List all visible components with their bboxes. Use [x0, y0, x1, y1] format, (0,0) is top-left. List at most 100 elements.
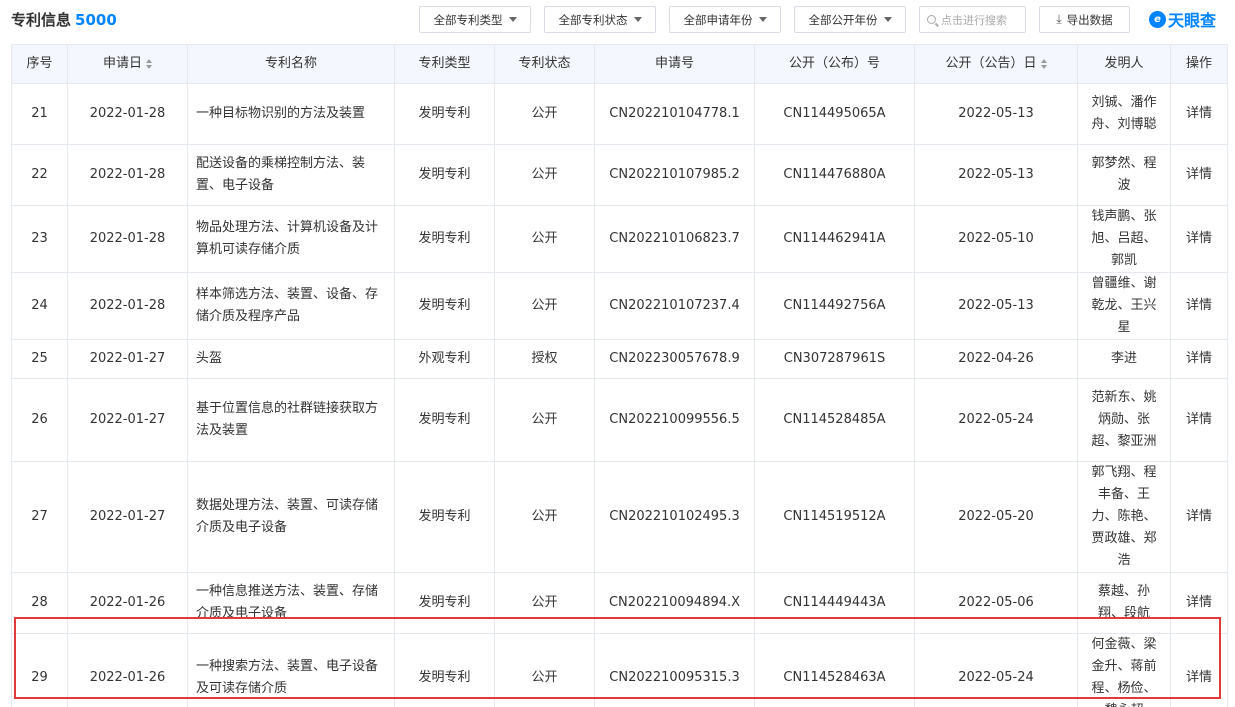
cell-patent-name: 一种信息推送方法、装置、存储介质及电子设备 [187, 572, 395, 634]
publication-year-filter[interactable]: 全部公开年份 [794, 6, 906, 33]
cell-no: 24 [11, 272, 68, 340]
cell-patent-type: 发明专利 [394, 144, 495, 206]
page-title: 专利信息 5000 [11, 9, 117, 30]
caret-down-icon [758, 17, 767, 22]
cell-patent-name: 配送设备的乘梯控制方法、装置、电子设备 [187, 144, 395, 206]
col-header-publication-no: 公开（公布）号 [754, 44, 915, 84]
caret-down-icon [883, 17, 892, 22]
cell-inventors: 郭梦然、程波 [1077, 144, 1171, 206]
cell-application-date: 2022-01-28 [67, 205, 188, 273]
sort-icon[interactable] [146, 58, 152, 69]
patent-type-filter-label: 全部专利类型 [433, 12, 503, 27]
detail-link[interactable]: 详情 [1170, 572, 1228, 634]
cell-publication-no: CN114495065A [754, 83, 915, 145]
cell-application-no: CN202210106823.7 [594, 205, 755, 273]
detail-link[interactable]: 详情 [1170, 461, 1228, 573]
cell-patent-type: 发明专利 [394, 633, 495, 707]
caret-down-icon [633, 17, 642, 22]
cell-inventors: 蔡越、孙翔、段航 [1077, 572, 1171, 634]
logo-text: 天眼查 [1168, 11, 1217, 30]
cell-patent-status: 公开 [494, 572, 595, 634]
cell-patent-name: 一种目标物识别的方法及装置 [187, 83, 395, 145]
cell-patent-name: 基于位置信息的社群链接获取方法及装置 [187, 378, 395, 462]
col-header-patent-status: 专利状态 [494, 44, 595, 84]
col-header-application-date[interactable]: 申请日 [67, 44, 188, 84]
cell-patent-name: 样本筛选方法、装置、设备、存储介质及程序产品 [187, 272, 395, 340]
cell-publication-date: 2022-05-13 [914, 144, 1078, 206]
cell-patent-type: 发明专利 [394, 378, 495, 462]
detail-link[interactable]: 详情 [1170, 633, 1228, 707]
cell-no: 27 [11, 461, 68, 573]
result-count: 5000 [75, 11, 117, 29]
patent-type-filter[interactable]: 全部专利类型 [419, 6, 531, 33]
search-placeholder: 点击进行搜索 [941, 13, 1007, 27]
application-year-filter[interactable]: 全部申请年份 [669, 6, 781, 33]
toolbar: 专利信息 5000 全部专利类型 全部专利状态 全部申请年份 全部公开年份 点击进… [0, 0, 1235, 40]
cell-application-date: 2022-01-27 [67, 461, 188, 573]
cell-application-date: 2022-01-26 [67, 633, 188, 707]
detail-link[interactable]: 详情 [1170, 83, 1228, 145]
cell-application-no: CN202210102495.3 [594, 461, 755, 573]
table-row: 28 2022-01-26 一种信息推送方法、装置、存储介质及电子设备 发明专利 公开 C… [11, 572, 1228, 634]
cell-patent-name: 一种搜索方法、装置、电子设备及可读存储介质 [187, 633, 395, 707]
cell-publication-no: CN114492756A [754, 272, 915, 340]
col-header-application-date-label: 申请日 [102, 56, 142, 71]
cell-application-no: CN202210104778.1 [594, 83, 755, 145]
cell-patent-status: 公开 [494, 378, 595, 462]
cell-application-date: 2022-01-27 [67, 378, 188, 462]
patent-status-filter[interactable]: 全部专利状态 [544, 6, 656, 33]
cell-patent-name: 物品处理方法、计算机设备及计算机可读存储介质 [187, 205, 395, 273]
cell-patent-status: 公开 [494, 461, 595, 573]
cell-no: 26 [11, 378, 68, 462]
cell-application-no: CN202210107985.2 [594, 144, 755, 206]
cell-publication-no: CN114519512A [754, 461, 915, 573]
cell-inventors: 刘铖、潘作舟、刘博聪 [1077, 83, 1171, 145]
cell-inventors: 李进 [1077, 339, 1171, 379]
cell-inventors: 郭飞翔、程丰备、王力、陈艳、贾政雄、郑浩 [1077, 461, 1171, 573]
table-row: 23 2022-01-28 物品处理方法、计算机设备及计算机可读存储介质 发明专利 公开… [11, 205, 1228, 273]
col-header-patent-name: 专利名称 [187, 44, 395, 84]
tianyancha-logo[interactable]: e 天眼查 [1149, 8, 1216, 30]
col-header-patent-type: 专利类型 [394, 44, 495, 84]
cell-publication-no: CN114462941A [754, 205, 915, 273]
cell-application-date: 2022-01-28 [67, 83, 188, 145]
detail-link[interactable]: 详情 [1170, 144, 1228, 206]
table-row: 24 2022-01-28 样本筛选方法、装置、设备、存储介质及程序产品 发明专利 公开… [11, 272, 1228, 340]
col-header-application-no: 申请号 [594, 44, 755, 84]
cell-patent-type: 发明专利 [394, 205, 495, 273]
cell-publication-date: 2022-05-13 [914, 83, 1078, 145]
cell-application-no: CN202230057678.9 [594, 339, 755, 379]
col-header-no: 序号 [11, 44, 68, 84]
cell-publication-no: CN114449443A [754, 572, 915, 634]
detail-link[interactable]: 详情 [1170, 205, 1228, 273]
cell-no: 21 [11, 83, 68, 145]
caret-down-icon [508, 17, 517, 22]
cell-patent-type: 发明专利 [394, 83, 495, 145]
cell-patent-type: 发明专利 [394, 572, 495, 634]
detail-link[interactable]: 详情 [1170, 339, 1228, 379]
cell-patent-name: 头盔 [187, 339, 395, 379]
detail-link[interactable]: 详情 [1170, 378, 1228, 462]
detail-link[interactable]: 详情 [1170, 272, 1228, 340]
cell-patent-name: 数据处理方法、装置、可读存储介质及电子设备 [187, 461, 395, 573]
export-data-button[interactable]: ⤓ 导出数据 [1039, 6, 1130, 33]
cell-inventors: 范新东、姚炳勋、张超、黎亚洲 [1077, 378, 1171, 462]
export-data-label: 导出数据 [1066, 12, 1113, 27]
cell-patent-status: 公开 [494, 205, 595, 273]
col-header-action: 操作 [1170, 44, 1228, 84]
cell-publication-date: 2022-04-26 [914, 339, 1078, 379]
cell-inventors: 曾疆维、谢乾龙、王兴星 [1077, 272, 1171, 340]
cell-application-no: CN202210095315.3 [594, 633, 755, 707]
cell-application-date: 2022-01-27 [67, 339, 188, 379]
publication-year-filter-label: 全部公开年份 [808, 12, 878, 27]
table-row: 25 2022-01-27 头盔 外观专利 授权 CN202230057678.9 CN30… [11, 339, 1228, 379]
sort-icon[interactable] [1040, 58, 1047, 69]
cell-no: 22 [11, 144, 68, 206]
cell-publication-date: 2022-05-13 [914, 272, 1078, 340]
search-input[interactable]: 点击进行搜索 [919, 6, 1026, 33]
cell-application-no: CN202210107237.4 [594, 272, 755, 340]
table-row: 26 2022-01-27 基于位置信息的社群链接获取方法及装置 发明专利 公开 CN20… [11, 378, 1228, 462]
cell-publication-no: CN114528485A [754, 378, 915, 462]
cell-application-date: 2022-01-26 [67, 572, 188, 634]
col-header-publication-date[interactable]: 公开（公告）日 [914, 44, 1078, 84]
